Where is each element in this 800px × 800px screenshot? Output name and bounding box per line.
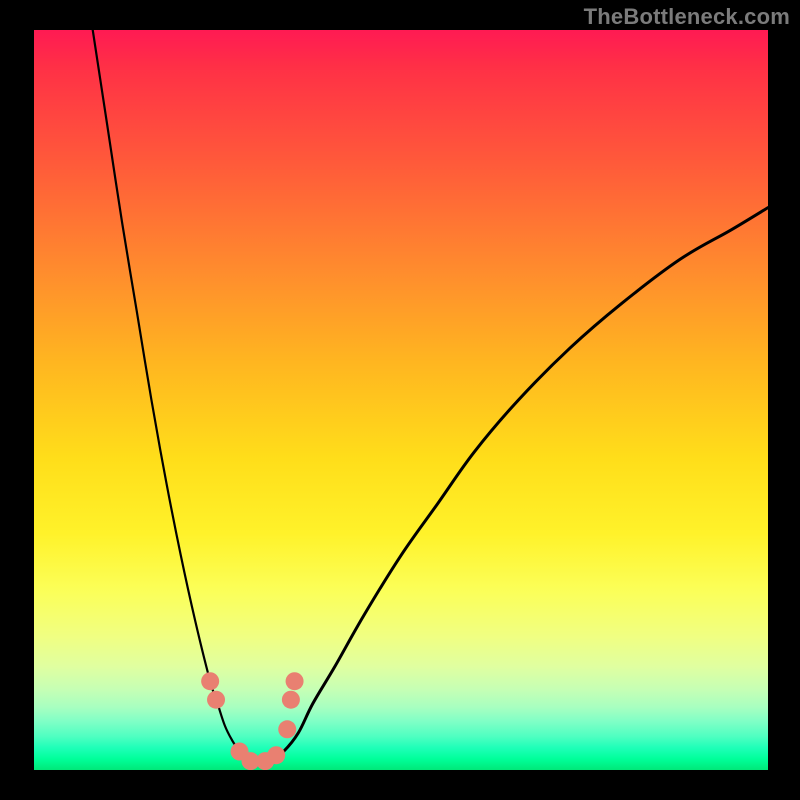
curve-marker xyxy=(201,672,219,690)
right-curve xyxy=(269,208,768,763)
watermark-text: TheBottleneck.com xyxy=(584,4,790,30)
left-curve xyxy=(93,30,254,763)
curves-svg xyxy=(34,30,768,770)
curve-marker xyxy=(286,672,304,690)
curve-markers xyxy=(201,672,303,770)
curve-marker xyxy=(278,720,296,738)
chart-stage: TheBottleneck.com xyxy=(0,0,800,800)
curve-marker xyxy=(207,691,225,709)
plot-area xyxy=(34,30,768,770)
curve-marker xyxy=(282,691,300,709)
curve-marker xyxy=(267,746,285,764)
